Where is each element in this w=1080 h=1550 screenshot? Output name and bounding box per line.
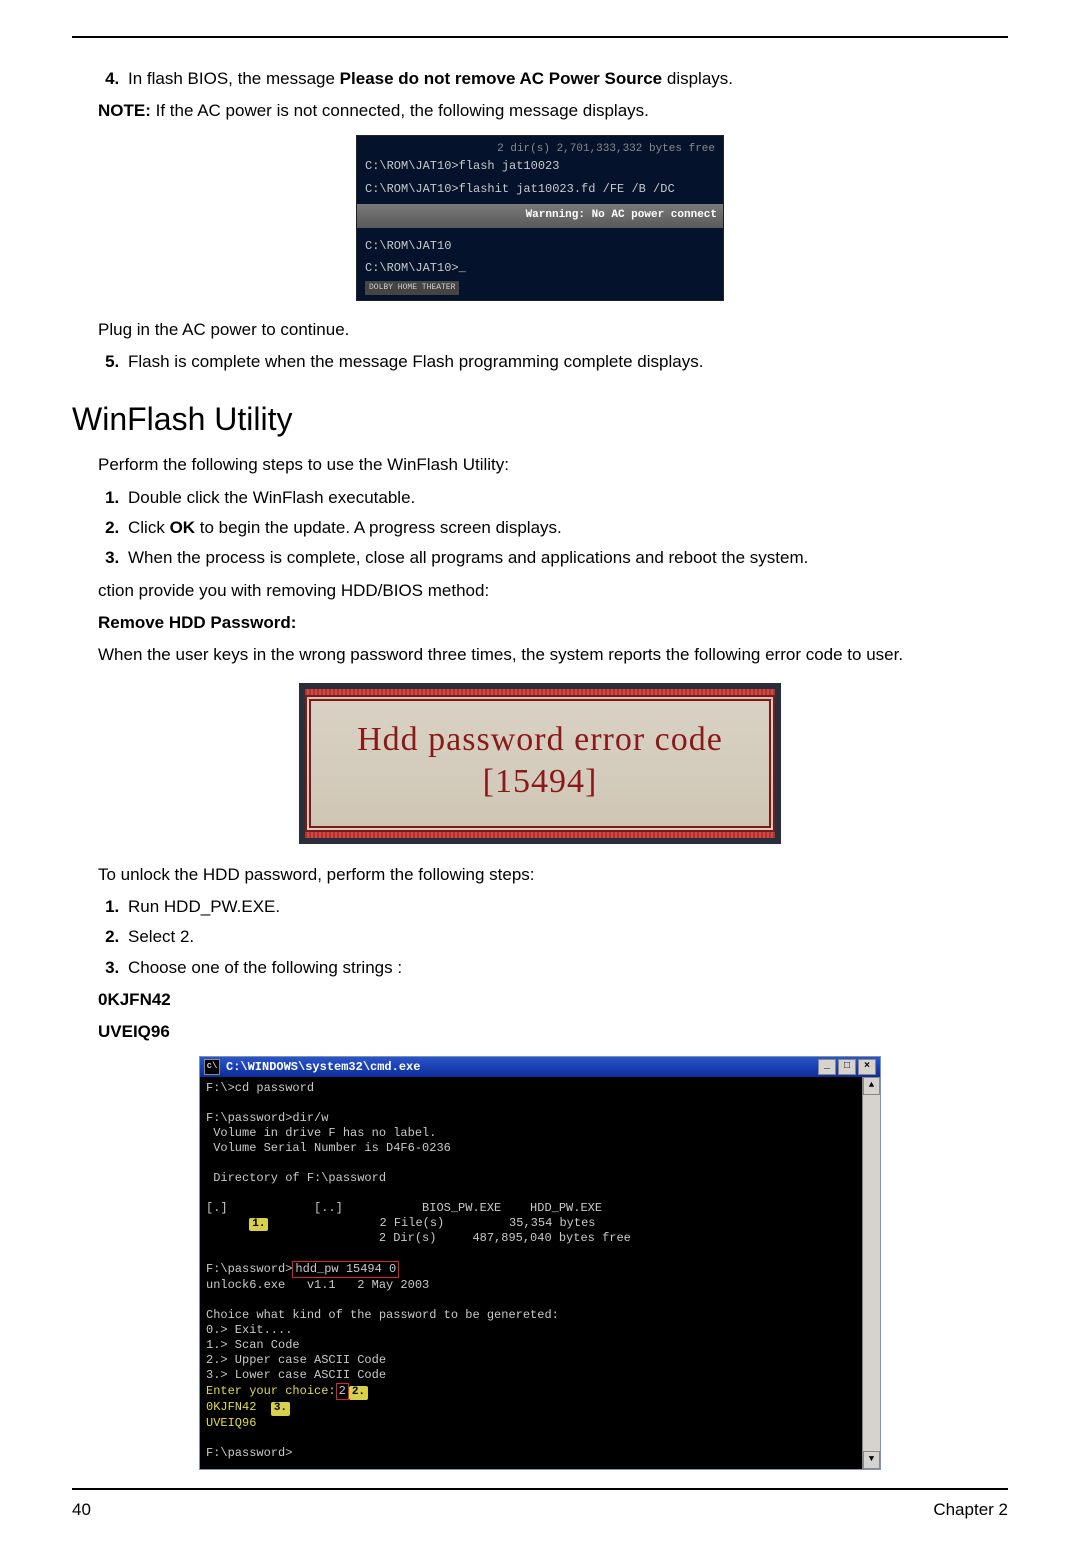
bottom-rule — [72, 1488, 1008, 1490]
cmd-l15: 0KJFN42 — [206, 1400, 256, 1414]
cmd-l9: Choice what kind of the password to be g… — [206, 1308, 559, 1322]
u-step-2: Select 2. — [124, 924, 1008, 950]
cmd-body: F:\>cd password F:\password>dir/w Volume… — [200, 1077, 862, 1470]
shot1-topline: 2 dir(s) 2,701,333,332 bytes free — [365, 142, 715, 158]
cmd-l6a: [.] [..] BIOS_PW.EXE HDD_PW.EXE — [206, 1201, 602, 1215]
scroll-up-icon[interactable]: ▲ — [863, 1077, 880, 1095]
cmd-l2: F:\password>dir/w — [206, 1111, 328, 1125]
shot1-line1: C:\ROM\JAT10>flash jat10023 — [365, 158, 715, 175]
screenshot-dos-flash: 2 dir(s) 2,701,333,332 bytes free C:\ROM… — [356, 135, 724, 301]
step4-suffix: displays. — [662, 69, 733, 88]
cmd-icon: c\ — [204, 1059, 220, 1075]
u-step-1: Run HDD_PW.EXE. — [124, 894, 1008, 920]
maximize-button[interactable]: □ — [838, 1059, 856, 1075]
marker-3: 3. — [271, 1402, 290, 1416]
marker-1: 1. — [249, 1218, 268, 1232]
wf2-bold: OK — [170, 518, 196, 537]
step-5: Flash is complete when the message Flash… — [124, 349, 1008, 375]
shot1-dolby: DOLBY HOME THEATER — [365, 281, 459, 295]
unlock-steps: Run HDD_PW.EXE. Select 2. Choose one of … — [72, 894, 1008, 981]
heading-winflash: WinFlash Utility — [72, 401, 1008, 438]
cmd-l17: F:\password> — [206, 1446, 292, 1460]
ction-line: ction provide you with removing HDD/BIOS… — [98, 578, 1008, 604]
remove-head: Remove HDD Password: — [98, 610, 1008, 636]
screenshot-error-code: Hdd password error code [15494] — [299, 683, 781, 844]
cmd-l3: Volume in drive F has no label. — [206, 1126, 436, 1140]
plug-note: Plug in the AC power to continue. — [98, 317, 1008, 343]
wf-step-3: When the process is complete, close all … — [124, 545, 1008, 571]
steps-list-top: In flash BIOS, the message Please do not… — [72, 66, 1008, 92]
page-number: 40 — [72, 1500, 91, 1520]
err-line2: [15494] — [319, 761, 761, 804]
remove-intro: When the user keys in the wrong password… — [98, 642, 1008, 668]
wf-steps: Double click the WinFlash executable. Cl… — [72, 485, 1008, 572]
cmd-l5: Directory of F:\password — [206, 1171, 386, 1185]
scroll-down-icon[interactable]: ▼ — [863, 1451, 880, 1469]
shot1-line3: C:\ROM\JAT10 — [365, 238, 715, 255]
cmd-l8: unlock6.exe v1.1 2 May 2003 — [206, 1278, 429, 1292]
cmd-highlight-1: hdd_pw 15494 0 — [292, 1261, 399, 1278]
cmd-l11: 1.> Scan Code — [206, 1338, 300, 1352]
cmd-l7a: F:\password> — [206, 1262, 292, 1276]
cmd-title-text: C:\WINDOWS\system32\cmd.exe — [226, 1060, 816, 1074]
cmd-l6b: 2 File(s) 35,354 bytes — [271, 1216, 595, 1230]
cmd-l12: 2.> Upper case ASCII Code — [206, 1353, 386, 1367]
wf-step-2: Click OK to begin the update. A progress… — [124, 515, 1008, 541]
cmd-l4: Volume Serial Number is D4F6-0236 — [206, 1141, 451, 1155]
cmd-l6c: 2 Dir(s) 487,895,040 bytes free — [271, 1231, 631, 1245]
close-button[interactable]: × — [858, 1059, 876, 1075]
step-4: In flash BIOS, the message Please do not… — [124, 66, 1008, 92]
note-text: If the AC power is not connected, the fo… — [151, 101, 649, 120]
unlock-intro: To unlock the HDD password, perform the … — [98, 862, 1008, 888]
note-label: NOTE: — [98, 101, 151, 120]
cmd-l13: 3.> Lower case ASCII Code — [206, 1368, 386, 1382]
string-1: 0KJFN42 — [98, 987, 1008, 1013]
chapter-label: Chapter 2 — [933, 1500, 1008, 1520]
err-box: Hdd password error code [15494] — [305, 695, 775, 832]
wf2-pre: Click — [128, 518, 170, 537]
wf2-post: to begin the update. A progress screen d… — [195, 518, 562, 537]
string-2: UVEIQ96 — [98, 1019, 1008, 1045]
err-bottom-bar — [305, 832, 775, 838]
err-line1: Hdd password error code — [319, 719, 761, 762]
shot1-warn: Warnning: No AC power connect — [357, 204, 723, 228]
cmd-l14a: Enter your choice: — [206, 1384, 336, 1398]
shot1-line4: C:\ROM\JAT10>_ — [365, 260, 715, 277]
steps-list-5: Flash is complete when the message Flash… — [72, 349, 1008, 375]
marker-2: 2. — [349, 1386, 368, 1400]
wf-step-1: Double click the WinFlash executable. — [124, 485, 1008, 511]
screenshot-cmd: c\ C:\WINDOWS\system32\cmd.exe _ □ × F:\… — [199, 1056, 881, 1471]
cmd-scrollbar[interactable]: ▲ ▼ — [862, 1077, 880, 1470]
cmd-titlebar: c\ C:\WINDOWS\system32\cmd.exe _ □ × — [200, 1057, 880, 1077]
note-line: NOTE: If the AC power is not connected, … — [98, 98, 1008, 124]
minimize-button[interactable]: _ — [818, 1059, 836, 1075]
top-rule — [72, 36, 1008, 38]
cmd-highlight-2: 2 — [336, 1383, 349, 1400]
u-step-3: Choose one of the following strings : — [124, 955, 1008, 981]
step4-prefix: In flash BIOS, the message — [128, 69, 340, 88]
wf-intro: Perform the following steps to use the W… — [98, 452, 1008, 478]
cmd-l1: F:\>cd password — [206, 1081, 314, 1095]
cmd-l10: 0.> Exit.... — [206, 1323, 292, 1337]
shot1-line2: C:\ROM\JAT10>flashit jat10023.fd /FE /B … — [365, 181, 715, 198]
page-footer: 40 Chapter 2 — [72, 1500, 1008, 1520]
step4-bold: Please do not remove AC Power Source — [340, 69, 662, 88]
cmd-l16: UVEIQ96 — [206, 1416, 256, 1430]
